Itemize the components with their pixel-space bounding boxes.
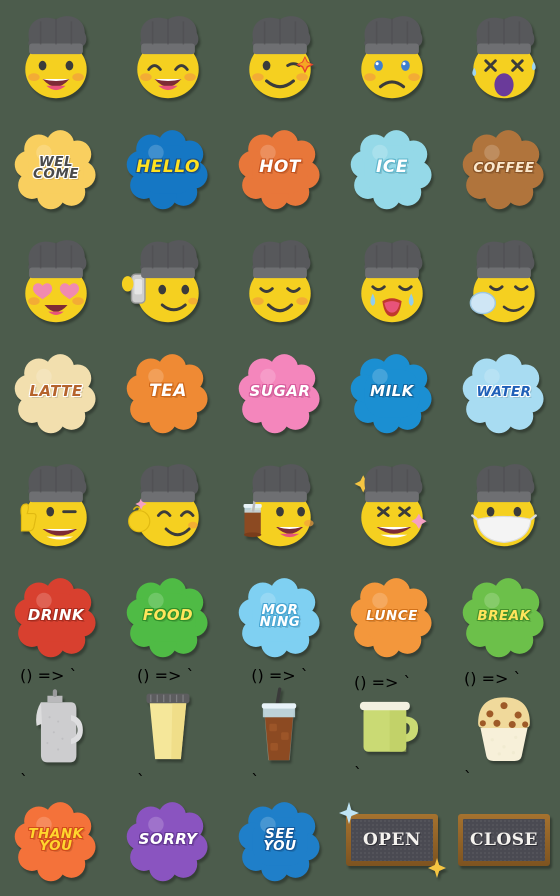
coffee-pot: () => ` ` — [20, 666, 92, 790]
emoji-sticker-sheet: WEL COME HELLO HOT ICE COFFEE LATTE TEA … — [0, 0, 560, 896]
sign-open-label: OPEN — [362, 830, 422, 850]
sticker-cell-r3-c5[interactable] — [448, 224, 560, 336]
sticker-cell-r4-c4[interactable]: MILK — [336, 336, 448, 448]
sticker-cell-r8-c3[interactable]: SEE YOU — [224, 784, 336, 896]
sticker-cell-r7-c5[interactable]: () => ` ` — [448, 669, 560, 787]
chef-face-smile-eyes — [120, 8, 216, 104]
badge-morning: MOR NING — [237, 573, 323, 659]
takeaway-cup: () => ` ` — [137, 666, 195, 790]
sticker-cell-r4-c2[interactable]: TEA — [112, 336, 224, 448]
sticker-cell-r6-c4[interactable]: LUNCE — [336, 560, 448, 672]
sign-close-label: CLOSE — [469, 830, 539, 850]
sticker-cell-r4-c5[interactable]: WATER — [448, 336, 560, 448]
sticker-cell-r7-c4[interactable]: () => ` ` — [336, 672, 448, 784]
badge-hot: HOT — [237, 125, 323, 211]
chef-face-crying — [344, 232, 440, 328]
badge-thank-you: THANK YOU — [13, 797, 99, 883]
badge-food: FOOD — [125, 573, 211, 659]
sticker-cell-r5-c4[interactable] — [336, 448, 448, 560]
sticker-cell-r1-c5[interactable] — [448, 0, 560, 112]
sticker-cell-r2-c3[interactable]: HOT — [224, 112, 336, 224]
chef-face-wink-star — [232, 8, 328, 104]
badge-ice: ICE — [349, 125, 435, 211]
sticker-cell-r5-c2[interactable] — [112, 448, 224, 560]
chef-face-thumbs-up — [8, 456, 104, 552]
sticker-cell-r6-c2[interactable]: FOOD — [112, 560, 224, 672]
sticker-cell-r8-c5[interactable]: CLOSE — [448, 784, 560, 896]
sticker-cell-r1-c1[interactable] — [0, 0, 112, 112]
sticker-cell-r5-c5[interactable] — [448, 448, 560, 560]
chef-face-phone-call — [120, 232, 216, 328]
sticker-cell-r1-c4[interactable] — [336, 0, 448, 112]
chef-face-sad — [344, 8, 440, 104]
chef-face-grin — [8, 8, 104, 104]
chef-face-star-struck — [344, 456, 440, 552]
badge-hello: HELLO — [125, 125, 211, 211]
sticker-cell-r5-c1[interactable] — [0, 448, 112, 560]
badge-tea: TEA — [125, 349, 211, 435]
sticker-cell-r8-c1[interactable]: THANK YOU — [0, 784, 112, 896]
badge-coffee: COFFEE — [461, 125, 547, 211]
iced-coffee-glass: () => ` ` — [251, 666, 309, 790]
badge-water: WATER — [461, 349, 547, 435]
sign-close: CLOSE — [458, 814, 550, 866]
sticker-cell-r2-c2[interactable]: HELLO — [112, 112, 224, 224]
badge-drink: DRINK — [13, 573, 99, 659]
sticker-cell-r8-c4[interactable]: OPEN — [336, 784, 448, 896]
sticker-cell-r1-c3[interactable] — [224, 0, 336, 112]
chef-face-ok-hand — [120, 456, 216, 552]
badge-lunce: LUNCE — [349, 573, 435, 659]
sticker-cell-r2-c4[interactable]: ICE — [336, 112, 448, 224]
badge-see-you: SEE YOU — [237, 797, 323, 883]
sticker-cell-r7-c1[interactable]: () => ` ` — [0, 666, 112, 790]
sticker-cell-r8-c2[interactable]: SORRY — [112, 784, 224, 896]
sticker-cell-r3-c2[interactable] — [112, 224, 224, 336]
sticker-cell-r7-c3[interactable]: () => ` ` — [224, 666, 336, 790]
sticker-cell-r6-c3[interactable]: MOR NING — [224, 560, 336, 672]
chef-face-heart-eyes — [8, 232, 104, 328]
sticker-cell-r3-c3[interactable] — [224, 224, 336, 336]
badge-latte: LATTE — [13, 349, 99, 435]
choc-chip-muffin: () => ` ` — [464, 669, 544, 787]
chef-face-dizzy-scream — [456, 8, 552, 104]
sticker-cell-r4-c1[interactable]: LATTE — [0, 336, 112, 448]
sticker-cell-r2-c1[interactable]: WEL COME — [0, 112, 112, 224]
badge-sugar: SUGAR — [237, 349, 323, 435]
sticker-cell-r3-c1[interactable] — [0, 224, 112, 336]
badge-sorry: SORRY — [125, 797, 211, 883]
badge-welcome: WEL COME — [13, 125, 99, 211]
sticker-cell-r5-c3[interactable] — [224, 448, 336, 560]
chef-face-mask — [456, 456, 552, 552]
sticker-cell-r4-c3[interactable]: SUGAR — [224, 336, 336, 448]
sticker-cell-r2-c5[interactable]: COFFEE — [448, 112, 560, 224]
chef-face-sleeping — [456, 232, 552, 328]
green-mug: () => ` ` — [354, 673, 430, 783]
badge-milk: MILK — [349, 349, 435, 435]
chef-face-content — [232, 232, 328, 328]
sticker-cell-r3-c4[interactable] — [336, 224, 448, 336]
sign-panel: OPEN — [351, 819, 433, 861]
sign-open: OPEN — [339, 802, 446, 878]
badge-break: BREAK — [461, 573, 547, 659]
sticker-cell-r7-c2[interactable]: () => ` ` — [112, 666, 224, 790]
sticker-cell-r6-c5[interactable]: BREAK — [448, 560, 560, 672]
sticker-cell-r1-c2[interactable] — [112, 0, 224, 112]
chef-face-holding-drink — [232, 456, 328, 552]
sticker-cell-r6-c1[interactable]: DRINK — [0, 560, 112, 672]
sign-panel: CLOSE — [463, 819, 545, 861]
